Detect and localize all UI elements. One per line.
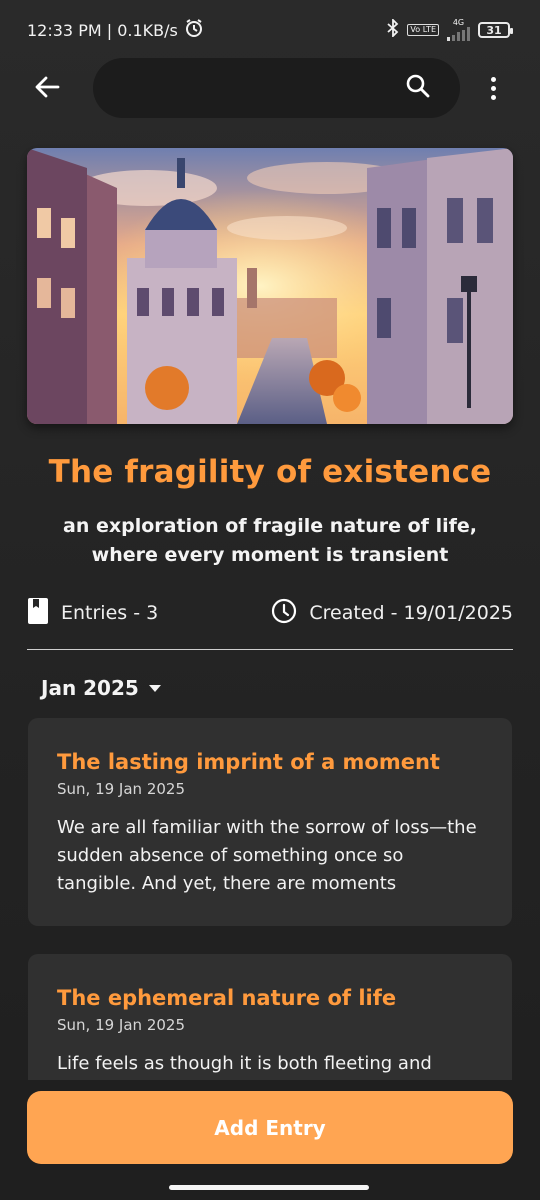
bluetooth-icon: [387, 17, 399, 41]
status-bar: 12:33 PM | 0.1KB/s Vo LTE 4G 31: [0, 0, 540, 60]
arrow-left-icon: [34, 75, 60, 103]
signal-icon: 4G: [447, 19, 470, 41]
home-indicator[interactable]: [169, 1185, 369, 1190]
entry-excerpt: We are all familiar with the sorrow of l…: [57, 817, 477, 894]
signal-bars: [447, 27, 470, 41]
clock-icon: [271, 598, 297, 629]
more-vertical-icon-dot: [490, 76, 496, 82]
more-vertical-icon-dot: [490, 94, 496, 100]
more-options-button[interactable]: [478, 72, 508, 104]
month-filter-value: Jan 2025: [41, 676, 139, 700]
journal-cover-image: [27, 148, 513, 424]
divider: [27, 649, 513, 650]
back-button[interactable]: [28, 70, 66, 108]
status-right: Vo LTE 4G 31: [387, 17, 513, 41]
entry-card[interactable]: The lasting imprint of a moment Sun, 19 …: [28, 718, 512, 926]
add-entry-label: Add Entry: [214, 1115, 326, 1140]
entry-date: Sun, 19 Jan 2025: [57, 780, 185, 798]
search-bar[interactable]: [93, 58, 460, 118]
month-filter-dropdown[interactable]: Jan 2025: [41, 672, 161, 704]
status-time-speed: 12:33 PM | 0.1KB/s: [27, 20, 178, 40]
top-bar: [0, 58, 540, 118]
alarm-icon: [184, 18, 204, 42]
add-entry-button[interactable]: Add Entry: [27, 1091, 513, 1164]
search-button[interactable]: [402, 72, 434, 104]
search-icon: [405, 73, 431, 103]
battery-level: 31: [486, 23, 502, 37]
volte-icon: Vo LTE: [407, 24, 439, 36]
entry-date: Sun, 19 Jan 2025: [57, 1016, 185, 1034]
journal-title: The fragility of existence: [48, 454, 492, 490]
more-vertical-icon-dot: [490, 85, 496, 91]
entry-title: The ephemeral nature of life: [57, 986, 397, 1010]
journal-meta: Entries - 3 Created - 19/01/2025: [27, 596, 513, 630]
net-type-label: 4G: [452, 18, 465, 27]
created-date: Created - 19/01/2025: [271, 598, 513, 629]
created-date-label: Created - 19/01/2025: [309, 602, 513, 624]
journal-subtitle: an exploration of fragile nature of life…: [63, 515, 477, 566]
battery-icon: 31: [478, 22, 513, 38]
bookmark-book-icon: [27, 597, 49, 630]
entries-count-label: Entries - 3: [61, 602, 159, 624]
caret-down-icon: [148, 684, 161, 692]
status-left: 12:33 PM | 0.1KB/s: [27, 18, 204, 42]
entries-count: Entries - 3: [27, 597, 158, 630]
entry-title: The lasting imprint of a moment: [57, 750, 440, 774]
